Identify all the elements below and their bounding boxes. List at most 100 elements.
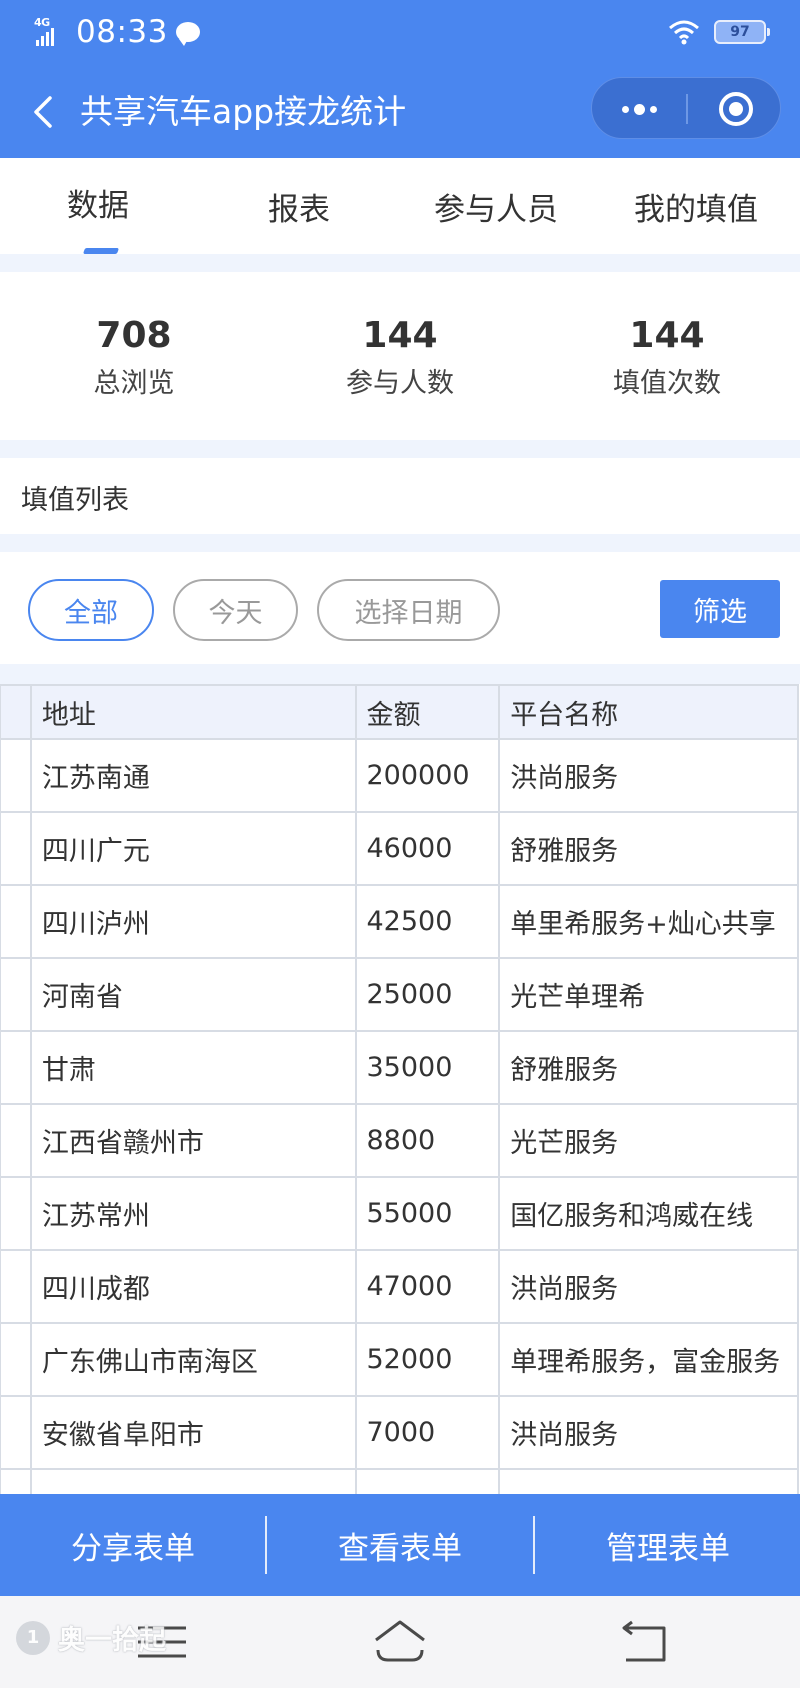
amount-cell — [354, 1468, 501, 1494]
stat-participants: 144 参与人数 — [280, 314, 520, 402]
filter-row: 全部 今天 选择日期 筛选 — [0, 552, 800, 664]
share-form-button[interactable]: 分享表单 — [0, 1494, 266, 1596]
tab-my-entries[interactable]: 我的填值 — [634, 184, 758, 229]
address-cell: 江苏常州 — [29, 1176, 357, 1251]
address-cell: 广东佛山市南海区 — [29, 1322, 357, 1397]
amount-cell: 46000 — [354, 811, 501, 886]
address-cell: 四川成都 — [29, 1249, 357, 1324]
address-cell: 四川广元 — [29, 811, 357, 886]
platform-cell: 舒雅服务 — [498, 811, 799, 886]
system-nav-bar: 1 奥一拾起 — [0, 1596, 800, 1688]
watermark: 1 奥一拾起 — [16, 1618, 166, 1657]
platform-cell — [498, 1468, 799, 1494]
view-form-button[interactable]: 查看表单 — [267, 1494, 533, 1596]
filter-today-pill[interactable]: 今天 — [173, 579, 298, 641]
table-row[interactable]: 四川广元 46000 舒雅服务 — [0, 811, 799, 886]
capsule-divider — [686, 94, 688, 124]
close-icon[interactable] — [690, 78, 782, 140]
platform-cell: 洪尚服务 — [498, 1395, 799, 1470]
more-icon[interactable] — [592, 78, 686, 140]
address-cell: 甘肃 — [29, 1030, 357, 1105]
table-row[interactable] — [0, 1468, 799, 1494]
signal-icon: 4G — [34, 16, 70, 48]
divider-band — [0, 664, 800, 684]
table-header-row: 地址 金额 平台名称 — [0, 684, 799, 740]
entry-list-header: 填值列表 — [0, 458, 800, 534]
stats-panel: 708 总浏览 144 参与人数 144 填值次数 — [0, 272, 800, 440]
battery-level: 97 — [730, 24, 750, 40]
table-row[interactable]: 四川泸州 42500 单里希服务+灿心共享 — [0, 884, 799, 959]
table-header-cell — [0, 684, 32, 740]
tab-participants[interactable]: 参与人员 — [434, 184, 558, 229]
amount-cell: 42500 — [354, 884, 501, 959]
section-title: 填值列表 — [21, 485, 129, 516]
amount-cell: 25000 — [354, 957, 501, 1032]
amount-cell: 8800 — [354, 1103, 501, 1178]
address-cell: 安徽省阜阳市 — [29, 1395, 357, 1470]
tab-report[interactable]: 报表 — [268, 184, 330, 229]
amount-cell: 200000 — [354, 738, 501, 813]
wifi-icon — [669, 20, 699, 45]
filter-button[interactable]: 筛选 — [660, 580, 780, 638]
app-header: 4G 08:33 97 共享汽车app接龙统计 — [0, 0, 800, 158]
watermark-badge: 1 — [16, 1620, 50, 1655]
divider-band — [0, 534, 800, 552]
back-icon[interactable] — [24, 92, 64, 132]
table-row[interactable]: 河南省 25000 光芒单理希 — [0, 957, 799, 1032]
status-bar-left: 4G 08:33 — [34, 12, 200, 52]
stat-label: 总浏览 — [93, 368, 175, 399]
message-icon — [175, 22, 200, 46]
amount-cell: 47000 — [354, 1249, 501, 1324]
address-cell: 江西省赣州市 — [29, 1103, 357, 1178]
address-cell: 河南省 — [29, 957, 357, 1032]
platform-cell: 光芒单理希 — [498, 957, 799, 1032]
status-bar-right: 97 — [668, 14, 770, 50]
tab-data[interactable]: 数据 — [67, 180, 129, 225]
manage-form-button[interactable]: 管理表单 — [535, 1494, 800, 1596]
table-row[interactable]: 广东佛山市南海区 52000 单理希服务，富金服务 — [0, 1322, 799, 1397]
amount-cell: 55000 — [354, 1176, 501, 1251]
stat-label: 参与人数 — [346, 368, 454, 399]
table-row[interactable]: 安徽省阜阳市 7000 洪尚服务 — [0, 1395, 799, 1470]
back-nav-icon[interactable] — [612, 1610, 676, 1674]
status-time: 08:33 — [76, 14, 168, 50]
entries-table[interactable]: 地址 金额 平台名称 江苏南通 200000 洪尚服务 四川广元 46000 舒雅服务 … — [0, 684, 800, 1494]
address-cell: 江苏南通 — [29, 738, 357, 813]
amount-cell: 52000 — [354, 1322, 501, 1397]
platform-cell: 洪尚服务 — [498, 738, 799, 813]
stat-entry-count: 144 填值次数 — [547, 314, 787, 402]
divider-band — [0, 440, 800, 458]
column-header-amount: 金额 — [354, 684, 501, 740]
table-row[interactable]: 甘肃 35000 舒雅服务 — [0, 1030, 799, 1105]
table-row[interactable]: 江苏南通 200000 洪尚服务 — [0, 738, 799, 813]
stat-value: 144 — [629, 315, 705, 356]
divider-band — [0, 254, 800, 272]
filter-all-pill[interactable]: 全部 — [28, 579, 154, 641]
platform-cell: 光芒服务 — [498, 1103, 799, 1178]
address-cell — [29, 1468, 357, 1494]
tab-bar: 数据 报表 参与人员 我的填值 — [0, 158, 800, 254]
stat-value: 144 — [362, 315, 438, 356]
column-header-platform: 平台名称 — [498, 684, 799, 740]
mini-program-capsule — [591, 77, 781, 139]
amount-cell: 35000 — [354, 1030, 501, 1105]
platform-cell: 单理希服务，富金服务 — [498, 1322, 799, 1397]
platform-cell: 舒雅服务 — [498, 1030, 799, 1105]
stat-total-views: 708 总浏览 — [14, 314, 254, 402]
platform-cell: 洪尚服务 — [498, 1249, 799, 1324]
battery-icon: 97 — [714, 20, 770, 44]
page-title: 共享汽车app接龙统计 — [80, 92, 407, 131]
platform-cell: 国亿服务和鸿威在线 — [498, 1176, 799, 1251]
filter-date-pill[interactable]: 选择日期 — [317, 579, 500, 641]
title-bar: 共享汽车app接龙统计 — [0, 72, 800, 152]
table-row[interactable]: 四川成都 47000 洪尚服务 — [0, 1249, 799, 1324]
table-row[interactable]: 江苏常州 55000 国亿服务和鸿威在线 — [0, 1176, 799, 1251]
stat-label: 填值次数 — [613, 368, 721, 399]
data-table: 地址 金额 平台名称 江苏南通 200000 洪尚服务 四川广元 46000 舒雅服务 … — [0, 684, 799, 1494]
column-header-address: 地址 — [29, 684, 357, 740]
bottom-action-bar: 分享表单 查看表单 管理表单 — [0, 1494, 800, 1596]
home-icon[interactable] — [368, 1610, 432, 1674]
table-row[interactable]: 江西省赣州市 8800 光芒服务 — [0, 1103, 799, 1178]
watermark-text: 奥一拾起 — [58, 1625, 166, 1656]
platform-cell: 单里希服务+灿心共享 — [498, 884, 799, 959]
